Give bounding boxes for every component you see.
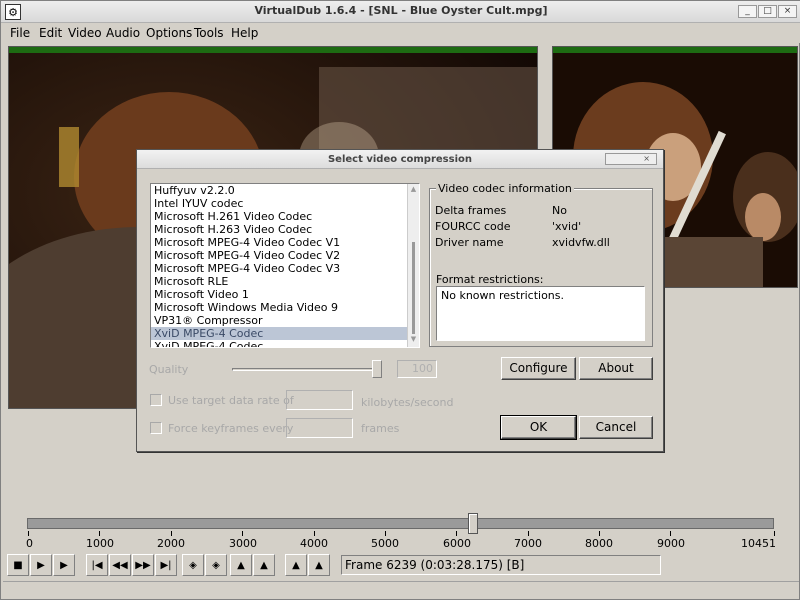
ok-button[interactable]: OK (500, 415, 577, 440)
codec-list-item[interactable]: Microsoft H.263 Video Codec (151, 223, 419, 236)
codec-list-scrollbar[interactable]: ▲ ▼ (407, 184, 419, 347)
prev-keyframe-icon[interactable]: ◈ (182, 554, 204, 576)
delta-frames-label: Delta frames (435, 204, 507, 217)
codec-list-item[interactable]: Huffyuv v2.2.0 (151, 184, 419, 197)
prev-scene-icon[interactable]: ▲ (230, 554, 252, 576)
step-forward-icon[interactable]: ▶▶ (132, 554, 154, 576)
codec-list[interactable]: Huffyuv v2.2.0 Intel IYUV codec Microsoft … (150, 183, 420, 348)
stop-icon[interactable]: ■ (7, 554, 29, 576)
timeline-tick-label: 5000 (371, 537, 399, 550)
title-bar: ⚙ VirtualDub 1.6.4 - [SNL - Blue Oyster … (1, 1, 800, 23)
next-scene-icon[interactable]: ▲ (253, 554, 275, 576)
codec-list-item[interactable]: Microsoft H.261 Video Codec (151, 210, 419, 223)
timeline-track[interactable] (27, 518, 774, 529)
quality-slider-track[interactable] (232, 368, 380, 371)
main-window: ⚙ VirtualDub 1.6.4 - [SNL - Blue Oyster … (0, 0, 800, 600)
codec-list-item[interactable]: Microsoft RLE (151, 275, 419, 288)
fourcc-label: FOURCC code (435, 220, 511, 233)
step-back-icon[interactable]: ◀◀ (109, 554, 131, 576)
format-restrictions-label: Format restrictions: (436, 273, 544, 286)
timeline-tick (456, 531, 457, 536)
menu-help[interactable]: Help (231, 26, 258, 40)
menu-edit[interactable]: Edit (39, 26, 62, 40)
target-rate-label: Use target data rate of (168, 394, 294, 407)
timeline-tick-label: 3000 (229, 537, 257, 550)
codec-list-item[interactable]: VP31® Compressor (151, 314, 419, 327)
menu-video[interactable]: Video (68, 26, 102, 40)
quality-slider-thumb[interactable] (372, 360, 382, 378)
go-end-icon[interactable]: ▶| (155, 554, 177, 576)
target-rate-checkbox[interactable] (150, 394, 162, 406)
timeline-tick (528, 531, 529, 536)
timeline-tick (314, 531, 315, 536)
timeline-thumb[interactable] (468, 513, 478, 534)
format-restrictions-box: No known restrictions. (436, 286, 645, 341)
timeline-tick (99, 531, 100, 536)
codec-info-title: Video codec information (436, 182, 574, 195)
maximize-button[interactable]: □ (758, 5, 777, 18)
timeline-tick (599, 531, 600, 536)
menu-tools[interactable]: Tools (194, 26, 224, 40)
fourcc-value: 'xvid' (552, 220, 582, 233)
timeline-tick-label: 2000 (157, 537, 185, 550)
target-rate-unit: kilobytes/second (361, 396, 454, 409)
scroll-up-icon[interactable]: ▲ (408, 185, 419, 196)
driver-name-label: Driver name (435, 236, 504, 249)
driver-name-value: xvidvfw.dll (552, 236, 610, 249)
menu-options[interactable]: Options (146, 26, 192, 40)
timeline-tick (670, 531, 671, 536)
timeline-tick (242, 531, 243, 536)
dialog-close-button[interactable]: × (605, 153, 657, 165)
mark-out-icon[interactable]: ▲ (308, 554, 330, 576)
go-start-icon[interactable]: |◀ (86, 554, 108, 576)
target-rate-input[interactable] (286, 390, 353, 410)
select-video-compression-dialog: Select video compression × Huffyuv v2.2.… (136, 149, 664, 452)
codec-list-item[interactable]: Intel IYUV codec (151, 197, 419, 210)
quality-input[interactable]: 100 (397, 360, 437, 378)
minimize-button[interactable]: _ (738, 5, 757, 18)
timeline-tick-label: 7000 (514, 537, 542, 550)
force-keyframes-checkbox[interactable] (150, 422, 162, 434)
menu-file[interactable]: File (10, 26, 30, 40)
dialog-title: Select video compression (137, 150, 663, 169)
timeline-tick (171, 531, 172, 536)
mark-in-icon[interactable]: ▲ (285, 554, 307, 576)
codec-list-item[interactable]: Microsoft MPEG-4 Video Codec V1 (151, 236, 419, 249)
force-keyframes-input[interactable] (286, 418, 353, 438)
configure-button[interactable]: Configure (501, 357, 576, 380)
codec-list-item[interactable]: Microsoft MPEG-4 Video Codec V2 (151, 249, 419, 262)
timeline-tick-label: 1000 (86, 537, 114, 550)
timeline-tick (385, 531, 386, 536)
timeline-tick-label: 10451 (741, 537, 776, 550)
timeline-tick-label: 4000 (300, 537, 328, 550)
force-keyframes-label: Force keyframes every (168, 422, 294, 435)
menu-audio[interactable]: Audio (106, 26, 140, 40)
codec-list-item[interactable]: XviD MPEG-4 Codec (151, 327, 419, 340)
play-input-icon[interactable]: ▶ (30, 554, 52, 576)
codec-list-item[interactable]: Microsoft MPEG-4 Video Codec V3 (151, 262, 419, 275)
timeline-tick-label: 9000 (657, 537, 685, 550)
timeline-tick-label: 6000 (443, 537, 471, 550)
scroll-down-icon[interactable]: ▼ (408, 335, 419, 346)
codec-list-item[interactable]: Microsoft Windows Media Video 9 (151, 301, 419, 314)
timeline-tick (28, 531, 29, 536)
force-keyframes-unit: frames (361, 422, 400, 435)
next-keyframe-icon[interactable]: ◈ (205, 554, 227, 576)
frame-status: Frame 6239 (0:03:28.175) [B] (341, 555, 661, 575)
timeline-tick (774, 531, 775, 536)
close-button[interactable]: × (778, 5, 797, 18)
codec-list-item[interactable]: XviD MPEG-4 Codec (151, 340, 419, 347)
scroll-thumb[interactable] (412, 242, 415, 334)
cancel-button[interactable]: Cancel (579, 416, 653, 439)
play-output-icon[interactable]: ▶ (53, 554, 75, 576)
quality-label: Quality (149, 363, 189, 376)
window-title: VirtualDub 1.6.4 - [SNL - Blue Oyster Cu… (254, 4, 548, 17)
status-bar (3, 581, 799, 599)
codec-list-item[interactable]: Microsoft Video 1 (151, 288, 419, 301)
timeline-tick-label: 8000 (585, 537, 613, 550)
about-button[interactable]: About (579, 357, 653, 380)
delta-frames-value: No (552, 204, 567, 217)
menu-bar: File Edit Video Audio Options Tools Help (1, 23, 800, 43)
timeline-tick-label: 0 (26, 537, 33, 550)
